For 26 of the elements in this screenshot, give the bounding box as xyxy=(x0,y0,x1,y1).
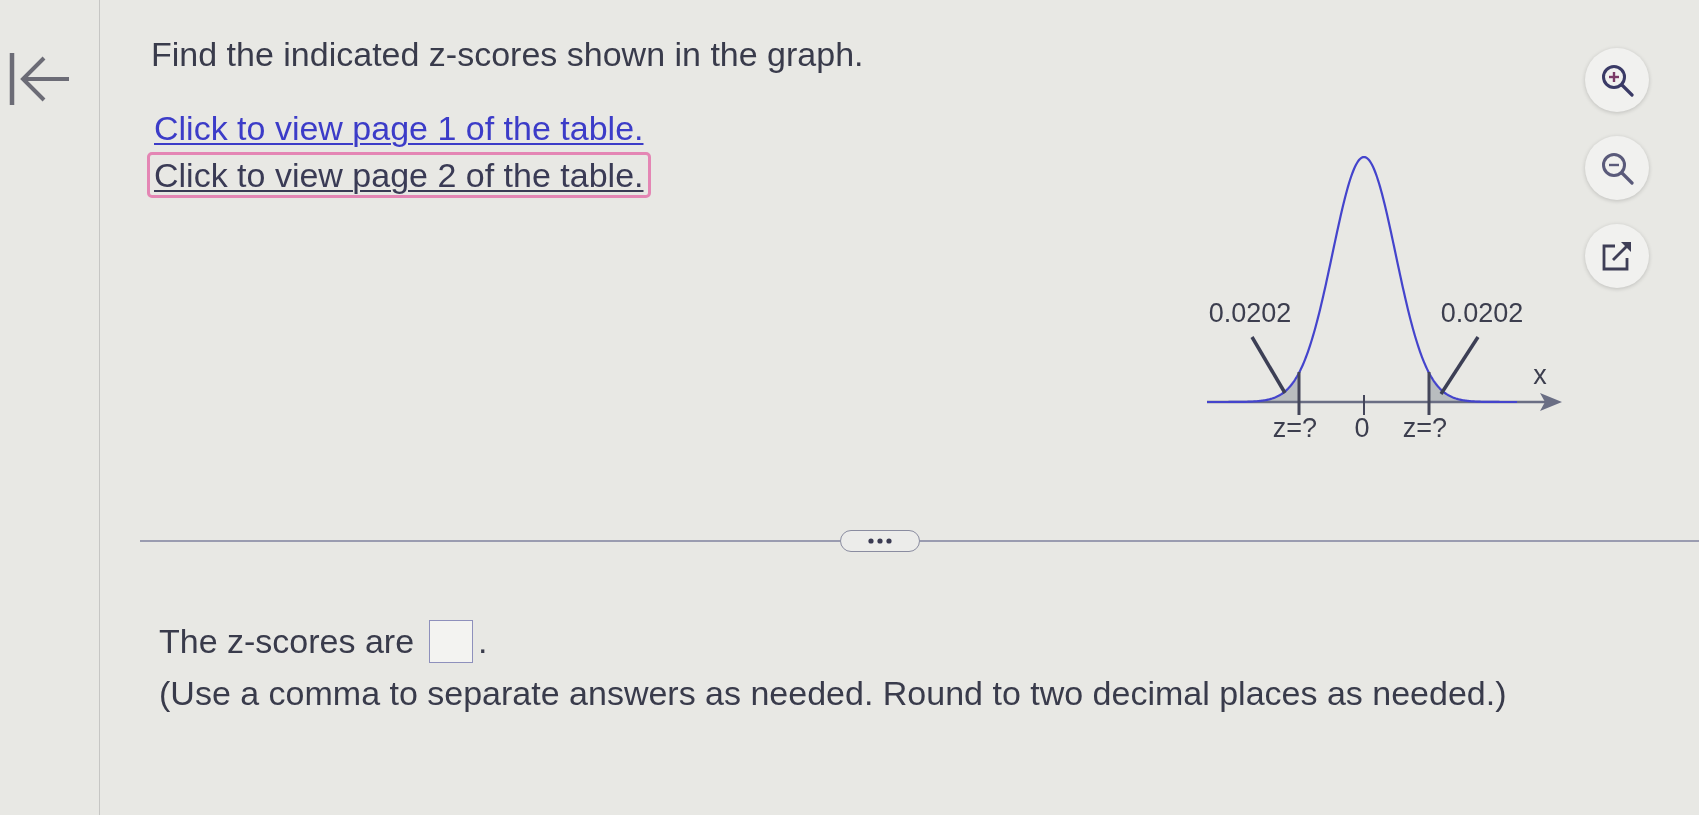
cutoff-line xyxy=(1427,372,1431,415)
sentence-period: . xyxy=(478,621,488,661)
tick-label: 0 xyxy=(1354,413,1370,443)
tick-mark xyxy=(1363,394,1365,416)
leader-line xyxy=(1439,336,1480,395)
external-link-icon xyxy=(1602,241,1632,271)
leader-line xyxy=(1250,336,1287,394)
open-in-window-button[interactable] xyxy=(1585,224,1649,288)
answer-instructions: (Use a comma to separate answers as needed. Round to two decimal places as needed.) xyxy=(159,673,1508,713)
axis-label: x xyxy=(1533,360,1547,390)
table-link[interactable]: Click to view page 2 of the table. xyxy=(147,152,651,198)
expand-button[interactable] xyxy=(840,530,920,552)
tick-label: z=? xyxy=(1272,413,1318,443)
question-prompt: Find the indicated z-scores shown in the graph. xyxy=(150,34,865,74)
tick-label: z=? xyxy=(1402,413,1448,443)
answer-box[interactable] xyxy=(429,619,474,663)
more-dots-icon xyxy=(868,538,892,544)
zoom-out-button[interactable] xyxy=(1585,136,1649,200)
zoom-out-icon xyxy=(1600,151,1634,185)
answer-prompt: The z-scores are xyxy=(159,621,415,661)
table-link[interactable]: Click to view page 1 of the table. xyxy=(147,105,651,151)
zoom-in-button[interactable] xyxy=(1585,48,1649,112)
tail-probability-label: 0.0202 xyxy=(1440,298,1524,328)
zoom-in-icon xyxy=(1600,63,1634,97)
tail-probability-label: 0.0202 xyxy=(1208,298,1292,328)
cutoff-line xyxy=(1297,372,1301,415)
